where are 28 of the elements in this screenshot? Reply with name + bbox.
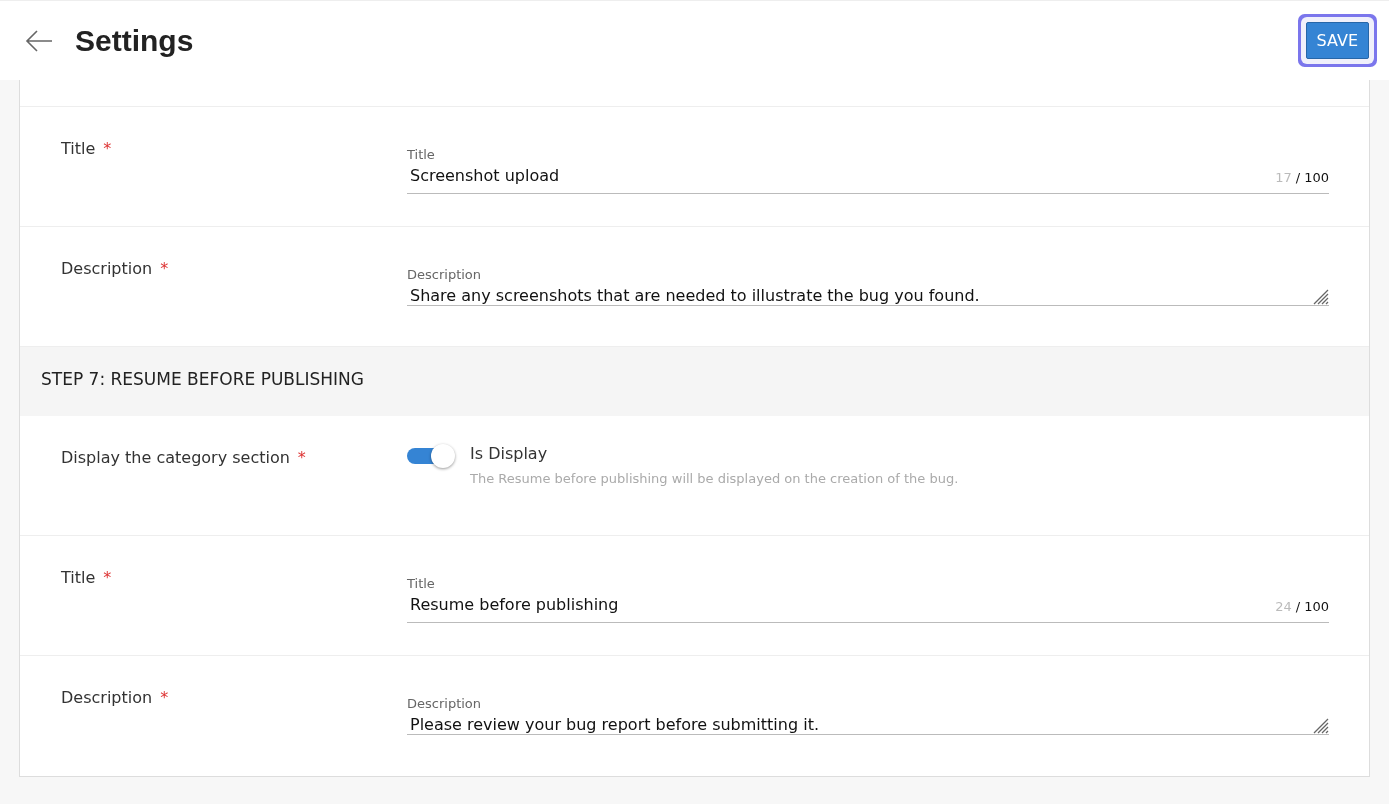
section-heading: STEP 7: RESUME BEFORE PUBLISHING [20,347,1369,416]
field-label: Description [61,259,153,278]
textarea-field[interactable]: Please review your bug report before submitting it. [407,715,1329,735]
back-arrow-icon[interactable] [25,29,53,52]
required-mark: * [297,448,306,467]
floating-label: Title [407,576,436,591]
hint-text: The Resume before publishing will be displayed on the creation of the bug. [470,471,959,486]
required-mark: * [103,568,112,587]
input-field[interactable]: Resume before publishing 24 / 100 [407,595,1329,623]
textarea-field[interactable]: Share any screenshots that are needed to illustrate the bug you found. [407,286,1329,306]
required-mark: * [103,139,112,158]
character-counter: 17 / 100 [1275,170,1329,185]
floating-label: Title [407,147,436,162]
field-label: Display the category section [61,448,290,467]
field-label: Description [61,688,153,707]
input-field[interactable]: Screenshot upload 17 / 100 [407,166,1329,194]
resize-grip-icon[interactable] [1311,716,1329,734]
toggle-label: Is Display [470,444,549,463]
resize-grip-icon[interactable] [1311,287,1329,305]
field-label: Title [61,139,96,158]
required-mark: * [160,688,169,707]
character-counter: 24 / 100 [1275,599,1329,614]
toggle-switch[interactable] [407,444,455,468]
floating-label: Description [407,267,483,282]
field-label: Title [61,568,96,587]
floating-label: Description [407,696,483,711]
page-title: Settings [75,23,195,58]
required-mark: * [160,259,169,278]
